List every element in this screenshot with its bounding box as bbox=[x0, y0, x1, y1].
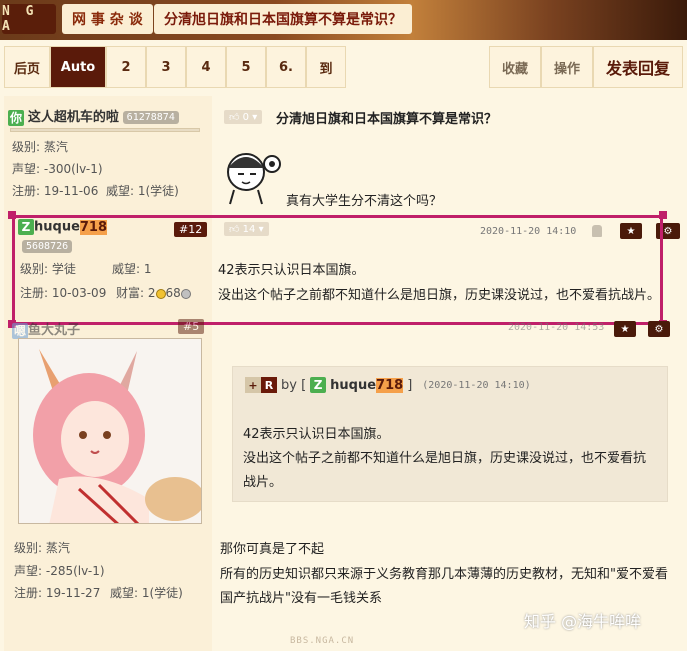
post2-prestige: 威望: 1 bbox=[112, 262, 152, 276]
post3-quote-box: + R by [ Zhuque718 ] (2020-11-20 14:10) 4… bbox=[232, 366, 668, 502]
post3-floor-number[interactable]: #5 bbox=[178, 319, 205, 334]
top-banner: N G A 网 事 杂 谈 分清旭日旗和日本国旗算不算是常识？ bbox=[0, 0, 687, 40]
gear-icon: ⚙ bbox=[663, 225, 673, 237]
post3-level: 级别: 蒸汽 bbox=[14, 541, 70, 555]
operate-button[interactable]: 操作 bbox=[540, 46, 593, 88]
post3-user-badge: 嗯 bbox=[12, 322, 28, 339]
post1-like-button[interactable]: 👍︎ 0 ▾ bbox=[224, 110, 263, 124]
post2-user-badge: Z bbox=[18, 219, 34, 235]
quote-expand-button[interactable]: + bbox=[245, 377, 261, 393]
quote-header: + R by [ Zhuque718 ] (2020-11-20 14:10) bbox=[245, 377, 531, 393]
post2-register: 注册: 10-03-09 bbox=[20, 286, 107, 300]
post1-username[interactable]: 这人超机车的啦 bbox=[28, 110, 119, 125]
thumb-up-icon: 👍︎ bbox=[229, 112, 240, 123]
quote-line3: 战片。 bbox=[243, 475, 283, 490]
post2-level: 级别: 学徒 bbox=[20, 262, 76, 276]
quote-bracket: ] bbox=[407, 377, 413, 393]
pager: 后页 Auto 2 3 4 5 6. 到 bbox=[4, 46, 346, 88]
breadcrumb-thread-title[interactable]: 分清旭日旗和日本国旗算不算是常识？ bbox=[154, 4, 412, 34]
post3-settings-button[interactable]: ⚙ bbox=[648, 321, 670, 337]
post2-star-button[interactable]: ★ bbox=[620, 223, 642, 239]
quote-line2: 没出这个帖子之前都不知道什么是旭日旗，历史课没说过，也不爱看抗 bbox=[243, 451, 647, 466]
pager-page-5[interactable]: 5 bbox=[226, 46, 266, 88]
post1-prestige: 威望: 1(学徒) bbox=[106, 184, 179, 198]
zhihu-watermark: 知乎 @海牛哞哞 bbox=[524, 612, 642, 631]
post1-user: 你 这人超机车的啦 61278874 bbox=[8, 106, 179, 126]
post3-register: 注册: 19-11-27 bbox=[14, 586, 101, 600]
post1-reputation: 声望: -300(lv-1) bbox=[12, 162, 103, 176]
post1-register: 注册: 19-11-06 bbox=[12, 184, 99, 198]
pager-page-6[interactable]: 6. bbox=[266, 46, 306, 88]
post2-line2: 没出这个帖子之前都不知道什么是旭日旗，历史课没说过，也不爱看抗战片。 bbox=[218, 288, 661, 303]
pager-page-2[interactable]: 2 bbox=[106, 46, 146, 88]
post1-progress-bar bbox=[10, 128, 200, 132]
thumb-up-icon: 👍︎ bbox=[229, 224, 240, 235]
quote-line1: 42表示只认识日本国旗。 bbox=[243, 427, 390, 442]
post1-sticker bbox=[218, 140, 288, 206]
reply-button[interactable]: 发表回复 bbox=[592, 46, 683, 88]
pager-page-3[interactable]: 3 bbox=[146, 46, 186, 88]
post2-line1: 42表示只认识日本国旗。 bbox=[218, 263, 365, 278]
android-icon bbox=[592, 225, 602, 237]
quote-username[interactable]: huque718 bbox=[330, 377, 404, 393]
thumb-down-icon: ▾ bbox=[258, 223, 264, 235]
post1-user-badge: 你 bbox=[8, 109, 24, 126]
post2-username[interactable]: huque718 bbox=[34, 219, 108, 235]
post3-reply-line3: 国产抗战片"没有一毛钱关系 bbox=[220, 591, 382, 606]
breadcrumb-forum[interactable]: 网 事 杂 谈 bbox=[62, 4, 153, 34]
pager-page-4[interactable]: 4 bbox=[186, 46, 226, 88]
post3-timestamp: 2020-11-20 14:53 bbox=[508, 322, 605, 333]
post2-wealth: 财富: 2 68 bbox=[116, 282, 191, 304]
highlight-corner bbox=[659, 211, 667, 219]
pager-goto[interactable]: 到 bbox=[306, 46, 346, 88]
nga-logo[interactable]: N G A bbox=[2, 4, 56, 34]
post2-user: Zhuque718 bbox=[18, 219, 108, 235]
coin-icon bbox=[180, 288, 191, 299]
post3-username[interactable]: 鱼大丸子 bbox=[28, 323, 80, 338]
highlight-corner bbox=[8, 211, 16, 219]
quote-user-badge: Z bbox=[310, 377, 327, 393]
quote-by-label: by [ bbox=[281, 377, 307, 393]
pager-auto[interactable]: Auto bbox=[50, 46, 106, 88]
post3-reply-line1: 那你可真是了不起 bbox=[220, 542, 325, 557]
thumb-down-icon: ▾ bbox=[252, 111, 258, 123]
post3-star-button[interactable]: ★ bbox=[614, 321, 636, 337]
pager-prev[interactable]: 后页 bbox=[4, 46, 50, 88]
star-icon: ★ bbox=[620, 323, 630, 335]
post2-settings-button[interactable]: ⚙ bbox=[656, 223, 680, 239]
post1-title: 分清旭日旗和日本国旗算不算是常识？ bbox=[276, 112, 498, 127]
post3-user: 嗯鱼大丸子 bbox=[12, 319, 80, 339]
post1-level: 级别: 蒸汽 bbox=[12, 140, 68, 154]
post2-uid[interactable]: 5608726 bbox=[22, 240, 73, 253]
quote-reply-tag[interactable]: R bbox=[261, 377, 277, 393]
post2-timestamp: 2020-11-20 14:10 bbox=[480, 226, 577, 237]
post2-like-count: 14 bbox=[242, 223, 256, 235]
post1-content: 真有大学生分不清这个吗？ bbox=[286, 194, 443, 209]
post3-reply-line2: 所有的历史知识都只来源于义务教育那几本薄薄的历史教材，无知和"爱不爱看 bbox=[220, 567, 668, 582]
post1-uid[interactable]: 61278874 bbox=[122, 111, 179, 124]
coin-icon bbox=[155, 288, 166, 299]
star-icon: ★ bbox=[626, 225, 636, 237]
thread-actions: 收藏 操作 发表回复 bbox=[488, 46, 683, 88]
footer-domain: BBS.NGA.CN bbox=[290, 636, 355, 646]
favorite-button[interactable]: 收藏 bbox=[488, 46, 541, 88]
post1-like-count: 0 bbox=[242, 111, 250, 123]
quote-timestamp: (2020-11-20 14:10) bbox=[422, 379, 531, 391]
post3-avatar[interactable] bbox=[18, 338, 202, 524]
post3-prestige: 威望: 1(学徒) bbox=[110, 586, 183, 600]
gear-icon: ⚙ bbox=[654, 323, 664, 335]
post3-reputation: 声望: -285(lv-1) bbox=[14, 564, 105, 578]
post2-like-button[interactable]: 👍︎ 14 ▾ bbox=[224, 222, 269, 236]
post2-floor-number[interactable]: #12 bbox=[174, 222, 208, 237]
